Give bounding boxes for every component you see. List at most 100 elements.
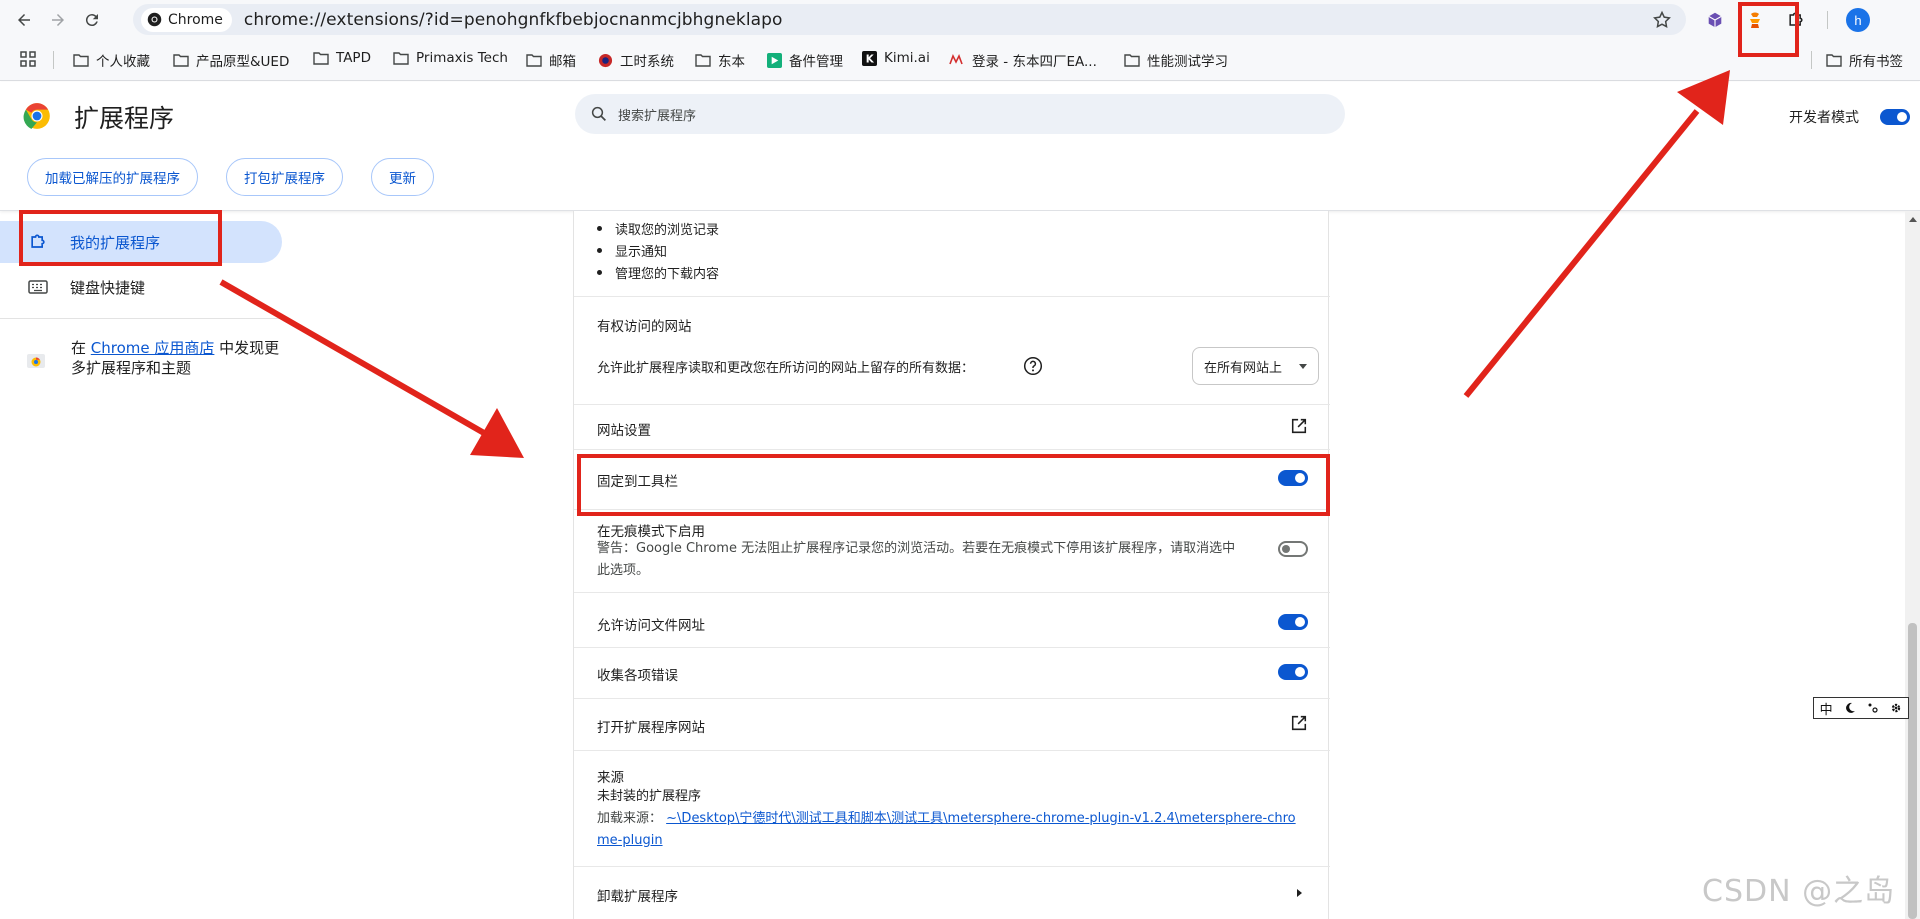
bookmark-link[interactable]: 工时系统: [597, 50, 674, 70]
collect-errors-toggle[interactable]: [1278, 664, 1308, 680]
open-in-new-icon[interactable]: [1290, 417, 1308, 435]
source-path: 加载来源： ~\Desktop\宁德时代\测试工具和脚本\测试工具\meters…: [597, 808, 1297, 852]
scroll-thumb[interactable]: [1908, 623, 1917, 919]
incognito-title: 在无痕模式下启用: [597, 524, 705, 540]
bookmark-folder[interactable]: 性能测试学习: [1124, 50, 1228, 70]
folder-icon: [695, 52, 711, 68]
section-divider: [574, 449, 1330, 450]
site-access-select[interactable]: 在所有网站上: [1192, 347, 1319, 385]
bookmark-folder[interactable]: 东本: [695, 50, 745, 70]
bookmark-link[interactable]: 登录 - 东本四厂EA...: [949, 50, 1097, 70]
bookmarks-divider: [53, 51, 54, 69]
folder-icon: [526, 52, 542, 68]
forward-button[interactable]: [43, 5, 73, 35]
developer-mode-label: 开发者模式: [1789, 110, 1859, 126]
back-button[interactable]: [9, 5, 39, 35]
load-unpacked-button[interactable]: 加载已解压的扩展程序: [27, 158, 198, 196]
section-divider: [574, 647, 1330, 648]
back-arrow-icon: [18, 13, 30, 26]
moon-icon[interactable]: [1844, 702, 1856, 714]
bookmark-folder[interactable]: TAPD: [313, 50, 371, 66]
forward-arrow-icon: [52, 13, 64, 26]
annotation-box-extension-icon: [1738, 2, 1799, 57]
bookmark-label: 登录 - 东本四厂EA...: [972, 54, 1097, 70]
apps-grid-icon: [20, 51, 36, 67]
page-title: 扩展程序: [74, 104, 175, 133]
bookmark-label: Primaxis Tech: [416, 50, 508, 66]
bookmark-label: 工时系统: [620, 54, 674, 70]
punctuation-icon[interactable]: [1867, 702, 1879, 714]
bookmark-label: 备件管理: [789, 54, 843, 70]
browser-toolbar: Chrome chrome://extensions/?id=penohgnfk…: [0, 0, 1920, 39]
avatar-letter: h: [1854, 12, 1862, 28]
timesheet-favicon: [597, 52, 613, 68]
search-extensions-input[interactable]: 搜索扩展程序: [575, 94, 1345, 134]
bookmarks-divider: [1811, 51, 1812, 69]
annotation-arrowhead-to-card: [470, 408, 524, 458]
bookmark-link[interactable]: K Kimi.ai: [861, 50, 930, 66]
honda-favicon: [949, 52, 965, 68]
bookmark-folder[interactable]: 产品原型&UED: [173, 50, 289, 70]
all-bookmarks-button[interactable]: 所有书签: [1826, 50, 1903, 70]
ime-toolbar[interactable]: 中: [1813, 697, 1909, 719]
chevron-down-icon: [1299, 364, 1307, 369]
help-icon[interactable]: [1023, 356, 1043, 376]
webstore-text: 在 Chrome 应用商店 中发现更多扩展程序和主题: [71, 338, 291, 378]
site-settings-label[interactable]: 网站设置: [597, 419, 651, 439]
source-path-link[interactable]: ~\Desktop\宁德时代\测试工具和脚本\测试工具\metersphere-…: [597, 811, 1296, 848]
file-urls-toggle[interactable]: [1278, 614, 1308, 630]
annotation-box-my-extensions: [19, 210, 222, 266]
bookmark-star-icon[interactable]: [1652, 10, 1672, 30]
site-access-title: 有权访问的网站: [597, 319, 692, 335]
incognito-warning: 警告：Google Chrome 无法阻止扩展程序记录您的浏览活动。若要在无痕模…: [597, 541, 1236, 578]
uninstall-label[interactable]: 卸载扩展程序: [597, 885, 678, 905]
pack-extension-button[interactable]: 打包扩展程序: [226, 158, 343, 196]
section-divider: [574, 404, 1330, 405]
webstore-icon: [27, 354, 45, 368]
sidebar-divider: [0, 318, 282, 319]
section-divider: [574, 296, 1330, 297]
source-type: 未封装的扩展程序: [597, 789, 702, 804]
bookmark-folder[interactable]: 个人收藏: [73, 50, 150, 70]
kimi-favicon: K: [861, 50, 877, 66]
source-title: 来源: [597, 770, 624, 786]
sidebar-item-keyboard-shortcuts[interactable]: 键盘快捷键: [0, 266, 282, 308]
developer-mode-toggle[interactable]: [1880, 109, 1910, 125]
incognito-toggle[interactable]: [1278, 541, 1308, 557]
url-text[interactable]: chrome://extensions/?id=penohgnfkfbebjoc…: [244, 10, 783, 30]
site-chip[interactable]: Chrome: [141, 7, 232, 32]
section-divider: [574, 750, 1330, 751]
permission-item: 显示通知: [597, 239, 719, 261]
scroll-up-icon[interactable]: [1909, 217, 1917, 222]
reload-button[interactable]: [77, 5, 107, 35]
bookmark-folder[interactable]: 邮箱: [526, 50, 576, 70]
permission-item: 管理您的下载内容: [597, 261, 719, 283]
section-divider: [574, 866, 1330, 867]
page-scrollbar[interactable]: [1905, 211, 1920, 919]
folder-icon: [173, 52, 189, 68]
extension-cube-icon[interactable]: [1704, 9, 1726, 31]
svg-text:K: K: [865, 53, 874, 65]
source-path-label: 加载来源：: [597, 811, 663, 826]
site-access-description: 允许此扩展程序读取和更改您在所访问的网站上留存的所有数据：: [597, 361, 975, 376]
open-website-label[interactable]: 打开扩展程序网站: [597, 716, 705, 736]
open-in-new-icon[interactable]: [1290, 714, 1308, 732]
ime-mode[interactable]: 中: [1820, 699, 1833, 718]
section-divider: [574, 698, 1330, 699]
bookmarks-bar: 个人收藏 产品原型&UED TAPD Primaxis Tech 邮箱 工时系统…: [0, 39, 1920, 81]
watermark: CSDN @之岛: [1702, 874, 1896, 909]
all-bookmarks-label: 所有书签: [1849, 54, 1903, 70]
profile-avatar[interactable]: h: [1846, 8, 1870, 32]
bookmark-folder[interactable]: Primaxis Tech: [393, 50, 508, 66]
webstore-link[interactable]: Chrome 应用商店: [91, 339, 215, 357]
search-placeholder: 搜索扩展程序: [618, 108, 697, 124]
chevron-right-icon[interactable]: [1294, 888, 1304, 898]
address-bar[interactable]: Chrome chrome://extensions/?id=penohgnfk…: [133, 4, 1686, 35]
update-button[interactable]: 更新: [371, 158, 434, 196]
sidebar-item-label: 键盘快捷键: [70, 278, 146, 297]
gear-icon[interactable]: [1890, 702, 1902, 714]
chrome-icon: [147, 12, 162, 27]
apps-button[interactable]: [20, 51, 36, 67]
collect-errors-label: 收集各项错误: [597, 668, 678, 684]
bookmark-link[interactable]: 备件管理: [766, 50, 843, 70]
